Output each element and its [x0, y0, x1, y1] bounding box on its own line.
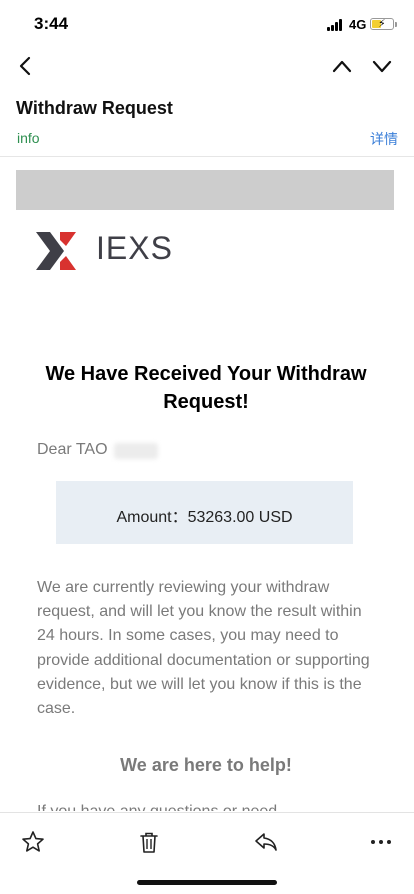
- redacted-name: [114, 443, 158, 459]
- signal-strength-icon: [327, 19, 345, 31]
- next-message-button[interactable]: [370, 56, 394, 76]
- email-subject: Withdraw Request: [16, 98, 173, 118]
- greeting: Dear TAO: [37, 441, 108, 458]
- reply-icon: [255, 833, 277, 851]
- status-bar: 3:44 4G ⚡: [0, 0, 414, 44]
- details-link[interactable]: 详情: [370, 129, 398, 149]
- back-button[interactable]: [14, 54, 38, 78]
- network-type: 4G: [349, 17, 367, 32]
- header-divider: [0, 156, 414, 157]
- home-indicator: [137, 880, 277, 885]
- cutoff-text-content: If you have any questions or need: [37, 803, 277, 811]
- chevron-up-icon: [332, 60, 352, 73]
- previous-message-button[interactable]: [330, 56, 354, 76]
- email-headline: We Have Received Your Withdraw Request!: [45, 363, 367, 413]
- delete-button[interactable]: [135, 828, 163, 856]
- help-heading: We are here to help!: [120, 755, 292, 775]
- more-button[interactable]: [367, 828, 395, 856]
- status-time: 3:44: [34, 14, 69, 33]
- body-paragraph: We are currently reviewing your withdraw…: [37, 579, 370, 718]
- cutoff-text: If you have any questions or need: [37, 801, 277, 811]
- banner-image: [16, 170, 394, 210]
- trash-icon: [140, 832, 158, 853]
- reply-button[interactable]: [252, 828, 280, 856]
- chevron-left-icon: [19, 56, 31, 76]
- star-icon: [22, 831, 44, 852]
- battery-tip: [395, 22, 397, 27]
- charging-bolt-icon: ⚡: [378, 18, 386, 30]
- sender-name[interactable]: info: [17, 130, 40, 146]
- amount-box: Amount：53263.00 USD: [56, 481, 353, 544]
- star-button[interactable]: [19, 828, 47, 856]
- more-icon: [371, 840, 391, 844]
- chevron-down-icon: [372, 60, 392, 73]
- logo-text: IEXS: [96, 230, 173, 266]
- amount-text: Amount：53263.00 USD: [116, 509, 293, 526]
